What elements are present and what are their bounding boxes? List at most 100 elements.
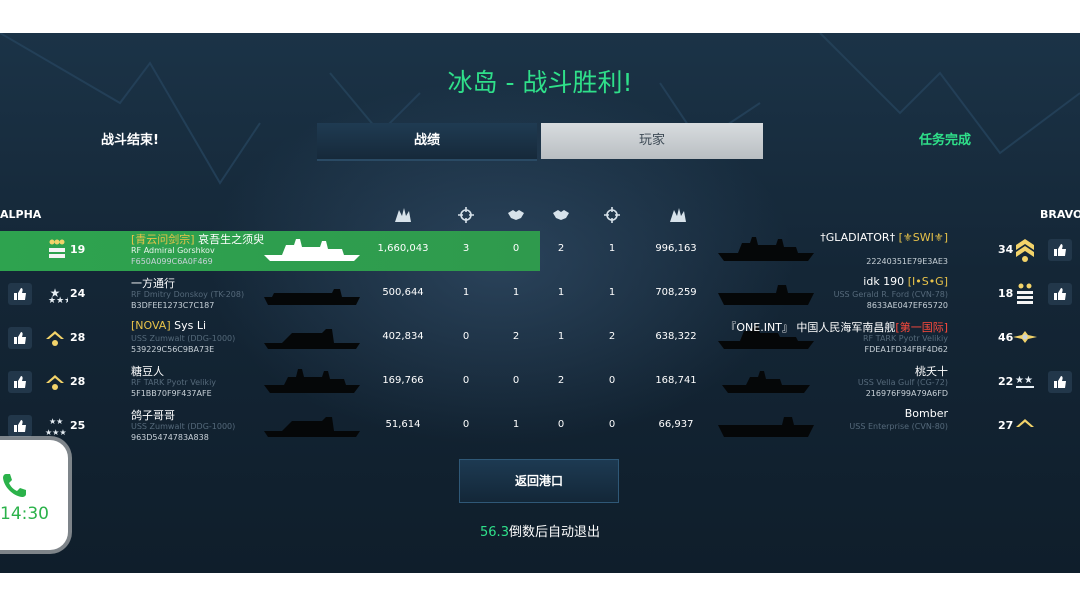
stat-assists: 2 [512,331,520,342]
stat-kills-enemy: 0 [608,375,616,386]
stat-assists-enemy: 0 [557,419,565,430]
rank-insignia-icon: ★★ [1012,369,1038,395]
player-name-text: Sys Li [174,319,207,332]
enemy-player-name: 『ONE.INT』 中国人民海军南昌舰[第一国际] [725,319,948,335]
crosshair-icon [603,207,621,223]
ship-name: USS Enterprise (CVN-80) [849,422,948,431]
auto-exit-countdown: 56.3倒数后自动退出 [0,521,1080,540]
rank-insignia-icon [1012,413,1038,439]
ship-silhouette-icon [716,409,816,439]
player-id: 539229C56C9BA73E [131,345,215,354]
player-id: B3DFEE1273C7C187 [131,301,215,310]
damage-dealt: 500,644 [382,287,424,298]
damage-dealt-enemy: 708,259 [655,287,697,298]
thumbs-up-icon[interactable] [8,371,32,393]
stat-assists: 0 [512,243,520,254]
stat-assists-enemy: 1 [557,331,565,342]
damage-icon [394,207,412,223]
stat-assists: 1 [512,419,520,430]
crosshair-icon [457,207,475,223]
stat-kills: 0 [462,419,470,430]
player-name: [青云问剑宗] 哀吾生之须臾 [131,231,264,247]
tab-mission-complete[interactable]: 任务完成 [845,123,1045,159]
player-name-text: 糖豆人 [131,365,164,378]
tab-battle-over[interactable]: 战斗结束! [20,123,240,159]
damage-dealt-enemy: 66,937 [658,419,694,430]
player-level: 24 [70,287,86,300]
player-id: 216976F99A79A6FD [865,389,948,398]
ship-name: RF TARK Pyotr Velikiy [862,334,948,343]
team-alpha-label: ALPHA [0,208,42,221]
ship-silhouette-icon [262,365,362,395]
stat-assists-enemy: 2 [557,243,565,254]
return-to-port-button[interactable]: 返回港口 [459,459,619,503]
thumbs-up-icon[interactable] [1048,371,1072,393]
clan-tag: [青云问剑宗] [131,233,195,246]
player-name-text: 鸽子哥哥 [131,409,175,422]
player-name: 糖豆人 [131,363,164,379]
damage-dealt: 169,766 [382,375,424,386]
ship-name: USS Zumwalt (DDG-1000) [131,334,236,343]
stat-kills: 0 [462,375,470,386]
call-floating-widget[interactable]: 14:30 [0,440,68,550]
damage-dealt: 51,614 [385,419,421,430]
player-row: 28 糖豆人 RF TARK Pyotr Velikiy 5F1BB70F9F4… [0,363,1080,403]
ship-silhouette-icon [716,365,816,395]
damage-dealt-enemy: 638,322 [655,331,697,342]
handshake-icon [507,207,525,223]
thumbs-up-icon[interactable] [8,283,32,305]
enemy-player-name: 桃夭十 [915,363,948,379]
thumbs-up-icon[interactable] [1048,283,1072,305]
damage-dealt: 402,834 [382,331,424,342]
thumbs-up-icon[interactable] [8,327,32,349]
stat-assists-enemy: 1 [557,287,565,298]
ship-silhouette-icon [262,409,362,439]
stat-kills-enemy: 1 [608,243,616,254]
rank-insignia-icon [42,325,68,351]
rank-insignia-icon [44,237,70,263]
countdown-text: 倒数后自动退出 [508,525,600,540]
player-id: 5F1BB70F9F437AFE [131,389,212,398]
tab-stats[interactable]: 战绩 [317,123,537,161]
svg-text:★★★: ★★★ [45,428,67,437]
rank-insignia-icon [1012,237,1038,263]
player-name: [NOVA] Sys Li [131,319,206,332]
stat-kills-enemy: 2 [608,331,616,342]
thumbs-up-icon[interactable] [1048,239,1072,261]
tab-players[interactable]: 玩家 [541,123,763,159]
ship-name: RF TARK Pyotr Velikiy [131,378,217,387]
countdown-seconds: 56.3 [480,525,509,540]
ship-silhouette-icon [716,277,816,307]
player-id: F650A099C6A0F469 [131,257,213,266]
stat-kills: 1 [462,287,470,298]
player-level: 25 [70,419,86,432]
damage-dealt-enemy: 168,741 [655,375,697,386]
clan-tag: [I•S•G] [907,275,948,288]
ship-silhouette-icon [262,321,362,351]
ship-name: RF Dmitry Donskoy (TK-208) [131,290,245,299]
clan-tag: [第一国际] [895,321,948,334]
player-level: 28 [70,331,86,344]
player-id: 8633AE047EF65720 [866,301,948,310]
thumbs-up-icon[interactable] [8,415,32,437]
stat-assists: 1 [512,287,520,298]
player-name-text: 哀吾生之须臾 [198,233,265,246]
player-name-text: 『ONE.INT』 中国人民海军南昌舰 [725,321,896,334]
rank-insignia-icon [1012,325,1038,351]
team-bravo-label: BRAVO [1040,208,1080,221]
rank-insignia-icon: ★★★★ [42,281,72,307]
phone-icon [3,474,26,497]
player-row: ★★ ★★★ 25 鸽子哥哥 USS Zumwalt (DDG-1000) 963… [0,407,1080,447]
player-row: ★★★★ 24 一方通行 RF Dmitry Donskoy (TK-208) … [0,275,1080,315]
handshake-icon [552,207,570,223]
player-name: 鸽子哥哥 [131,407,175,423]
svg-text:★★★: ★★★ [48,296,68,306]
svg-text:★★: ★★ [1015,375,1033,386]
damage-dealt-enemy: 996,163 [655,243,697,254]
player-level: 19 [70,243,86,256]
player-name-text: idk 190 [863,275,905,288]
rank-insignia-icon [42,369,68,395]
enemy-player-name: †GLADIATOR† [⚜SWI⚜] [820,231,948,244]
player-id: 22240351E79E3AE3 [866,257,948,266]
ship-silhouette-icon [716,233,816,263]
